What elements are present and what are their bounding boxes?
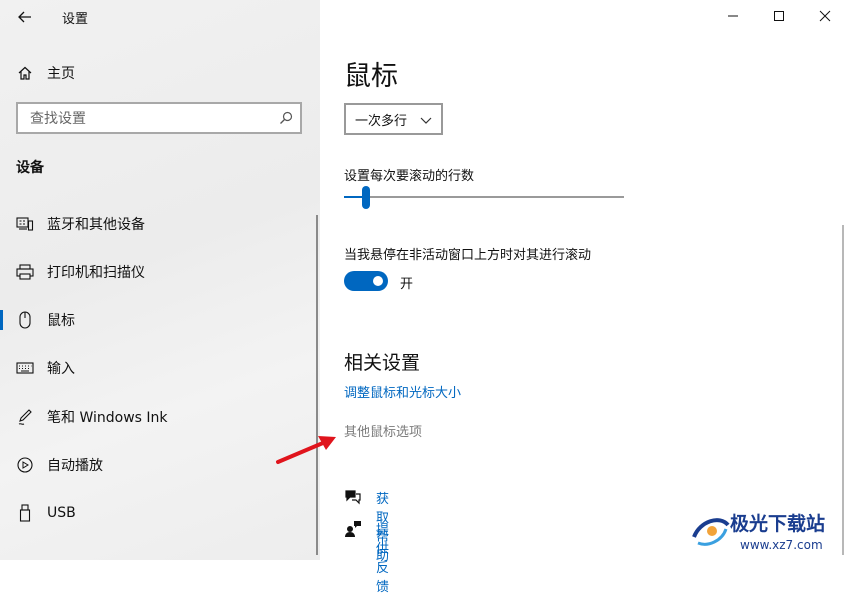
home-icon — [16, 64, 34, 82]
mouse-icon — [16, 311, 34, 329]
annotation-arrow — [276, 436, 336, 464]
sidebar-item-label: USB — [47, 505, 76, 521]
sidebar-item-label: 自动播放 — [47, 458, 103, 474]
inactive-scroll-label: 当我悬停在非活动窗口上方时对其进行滚动 — [344, 248, 592, 263]
adjust-cursor-size-link[interactable]: 调整鼠标和光标大小 — [344, 382, 461, 401]
close-button[interactable] — [802, 0, 848, 32]
feedback-icon — [344, 520, 362, 542]
toggle-state-label: 开 — [400, 277, 414, 292]
minimize-button[interactable] — [710, 0, 756, 32]
search-icon[interactable] — [278, 110, 294, 130]
sidebar: 设置 主页 设备 蓝牙和其他设备 打印机和扫描仪 鼠标 — [0, 0, 320, 560]
section-title: 设备 — [16, 160, 44, 176]
printer-icon — [16, 263, 34, 281]
page-title: 鼠标 — [344, 61, 398, 92]
watermark-logo: 极光下载站 www.xz7.com — [688, 505, 848, 560]
maximize-icon — [774, 11, 784, 21]
keyboard-icon — [16, 359, 34, 377]
minimize-icon — [728, 15, 738, 17]
close-icon — [819, 10, 831, 22]
sidebar-item-label: 输入 — [47, 361, 75, 377]
sidebar-scrollbar[interactable] — [316, 215, 318, 555]
back-button[interactable] — [14, 6, 36, 28]
bluetooth-devices-icon — [16, 215, 34, 233]
sidebar-item-label: 鼠标 — [47, 313, 75, 329]
pen-icon — [16, 408, 34, 426]
app-title: 设置 — [62, 12, 89, 27]
sidebar-item-label: 主页 — [47, 66, 75, 82]
help-chat-icon — [344, 489, 362, 509]
sidebar-item-label: 笔和 Windows Ink — [47, 410, 168, 426]
sidebar-item-typing[interactable]: 输入 — [0, 348, 320, 388]
sidebar-item-bluetooth[interactable]: 蓝牙和其他设备 — [0, 204, 320, 244]
toggle-knob — [373, 276, 383, 286]
additional-mouse-options-link[interactable]: 其他鼠标选项 — [344, 421, 422, 440]
scroll-mode-dropdown[interactable]: 一次多行 — [344, 103, 443, 135]
sidebar-item-usb[interactable]: USB — [0, 493, 320, 533]
autoplay-icon — [16, 456, 34, 474]
sidebar-item-label: 打印机和扫描仪 — [47, 265, 145, 281]
maximize-button[interactable] — [756, 0, 802, 32]
scroll-lines-slider-track[interactable] — [344, 196, 624, 198]
chevron-down-icon — [420, 117, 432, 124]
scroll-lines-label: 设置每次要滚动的行数 — [344, 169, 475, 184]
related-settings-title: 相关设置 — [344, 352, 421, 374]
dropdown-value: 一次多行 — [355, 113, 408, 129]
sidebar-item-mouse[interactable]: 鼠标 — [0, 300, 320, 340]
scroll-lines-slider-thumb[interactable] — [362, 186, 371, 209]
back-arrow-icon — [18, 11, 31, 23]
sidebar-item-home[interactable]: 主页 — [0, 53, 320, 93]
active-indicator — [0, 310, 3, 330]
usb-icon — [16, 504, 34, 522]
sidebar-item-printers[interactable]: 打印机和扫描仪 — [0, 252, 320, 292]
search-box[interactable] — [16, 102, 302, 134]
logo-swirl-icon — [692, 518, 730, 546]
give-feedback-link[interactable]: 提供反馈 — [376, 519, 389, 595]
search-input[interactable] — [28, 105, 272, 133]
watermark-url: www.xz7.com — [740, 538, 823, 552]
sidebar-item-label: 蓝牙和其他设备 — [47, 217, 145, 233]
watermark-name: 极光下载站 — [730, 513, 826, 535]
inactive-scroll-toggle[interactable] — [344, 271, 388, 291]
